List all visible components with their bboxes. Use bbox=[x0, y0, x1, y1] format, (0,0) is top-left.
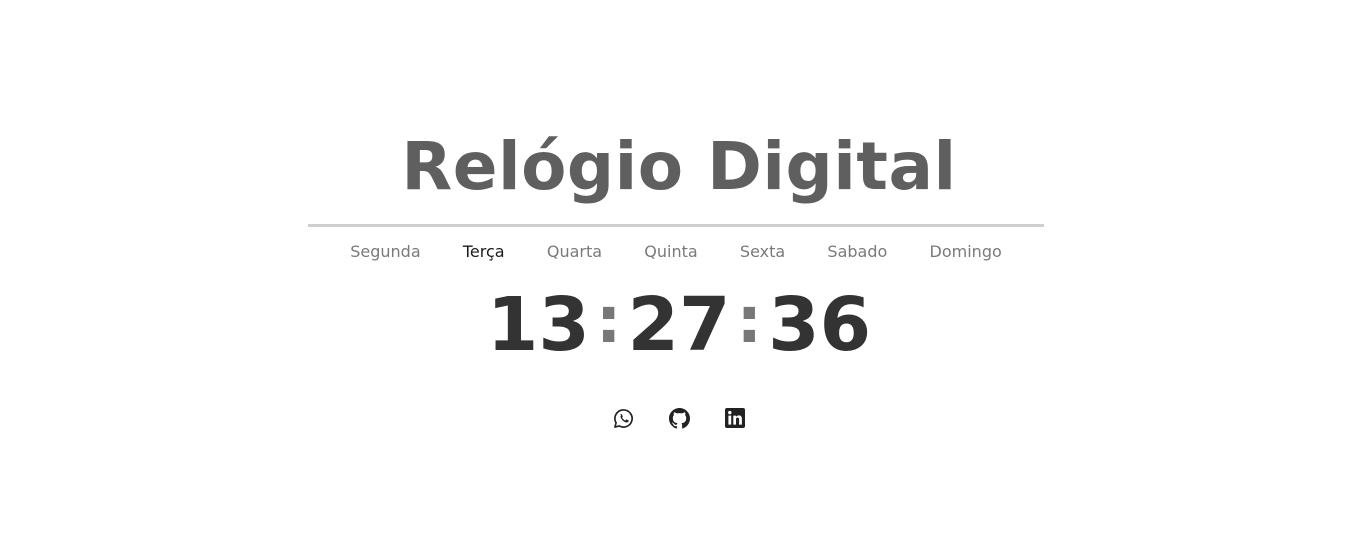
weekday-quinta: Quinta bbox=[644, 242, 698, 261]
weekday-sexta: Sexta bbox=[739, 242, 786, 261]
clock-separator: : bbox=[595, 284, 622, 358]
whatsapp-icon bbox=[613, 408, 634, 429]
github-link[interactable] bbox=[668, 407, 690, 429]
digital-clock: 13 : 27 : 36 bbox=[0, 282, 1358, 368]
weekday-list: Segunda Terça Quarta Quinta Sexta Sabado… bbox=[308, 241, 1044, 263]
clock-seconds: 36 bbox=[768, 282, 872, 368]
weekday-domingo: Domingo bbox=[929, 242, 1002, 261]
clock-minutes: 27 bbox=[627, 282, 731, 368]
whatsapp-link[interactable] bbox=[612, 407, 634, 429]
linkedin-link[interactable] bbox=[724, 407, 746, 429]
clock-separator: : bbox=[736, 284, 763, 358]
clock-hours: 13 bbox=[486, 282, 590, 368]
social-links bbox=[0, 407, 1358, 429]
weekday-quarta: Quarta bbox=[546, 242, 603, 261]
app-root: Relógio Digital Segunda Terça Quarta Qui… bbox=[0, 0, 1358, 534]
weekday-segunda: Segunda bbox=[350, 242, 421, 261]
page-title: Relógio Digital bbox=[401, 128, 957, 205]
linkedin-icon bbox=[725, 408, 745, 428]
weekday-terca: Terça bbox=[462, 242, 505, 261]
weekday-sabado: Sabado bbox=[827, 242, 888, 261]
divider bbox=[308, 224, 1044, 227]
github-icon bbox=[668, 407, 690, 429]
